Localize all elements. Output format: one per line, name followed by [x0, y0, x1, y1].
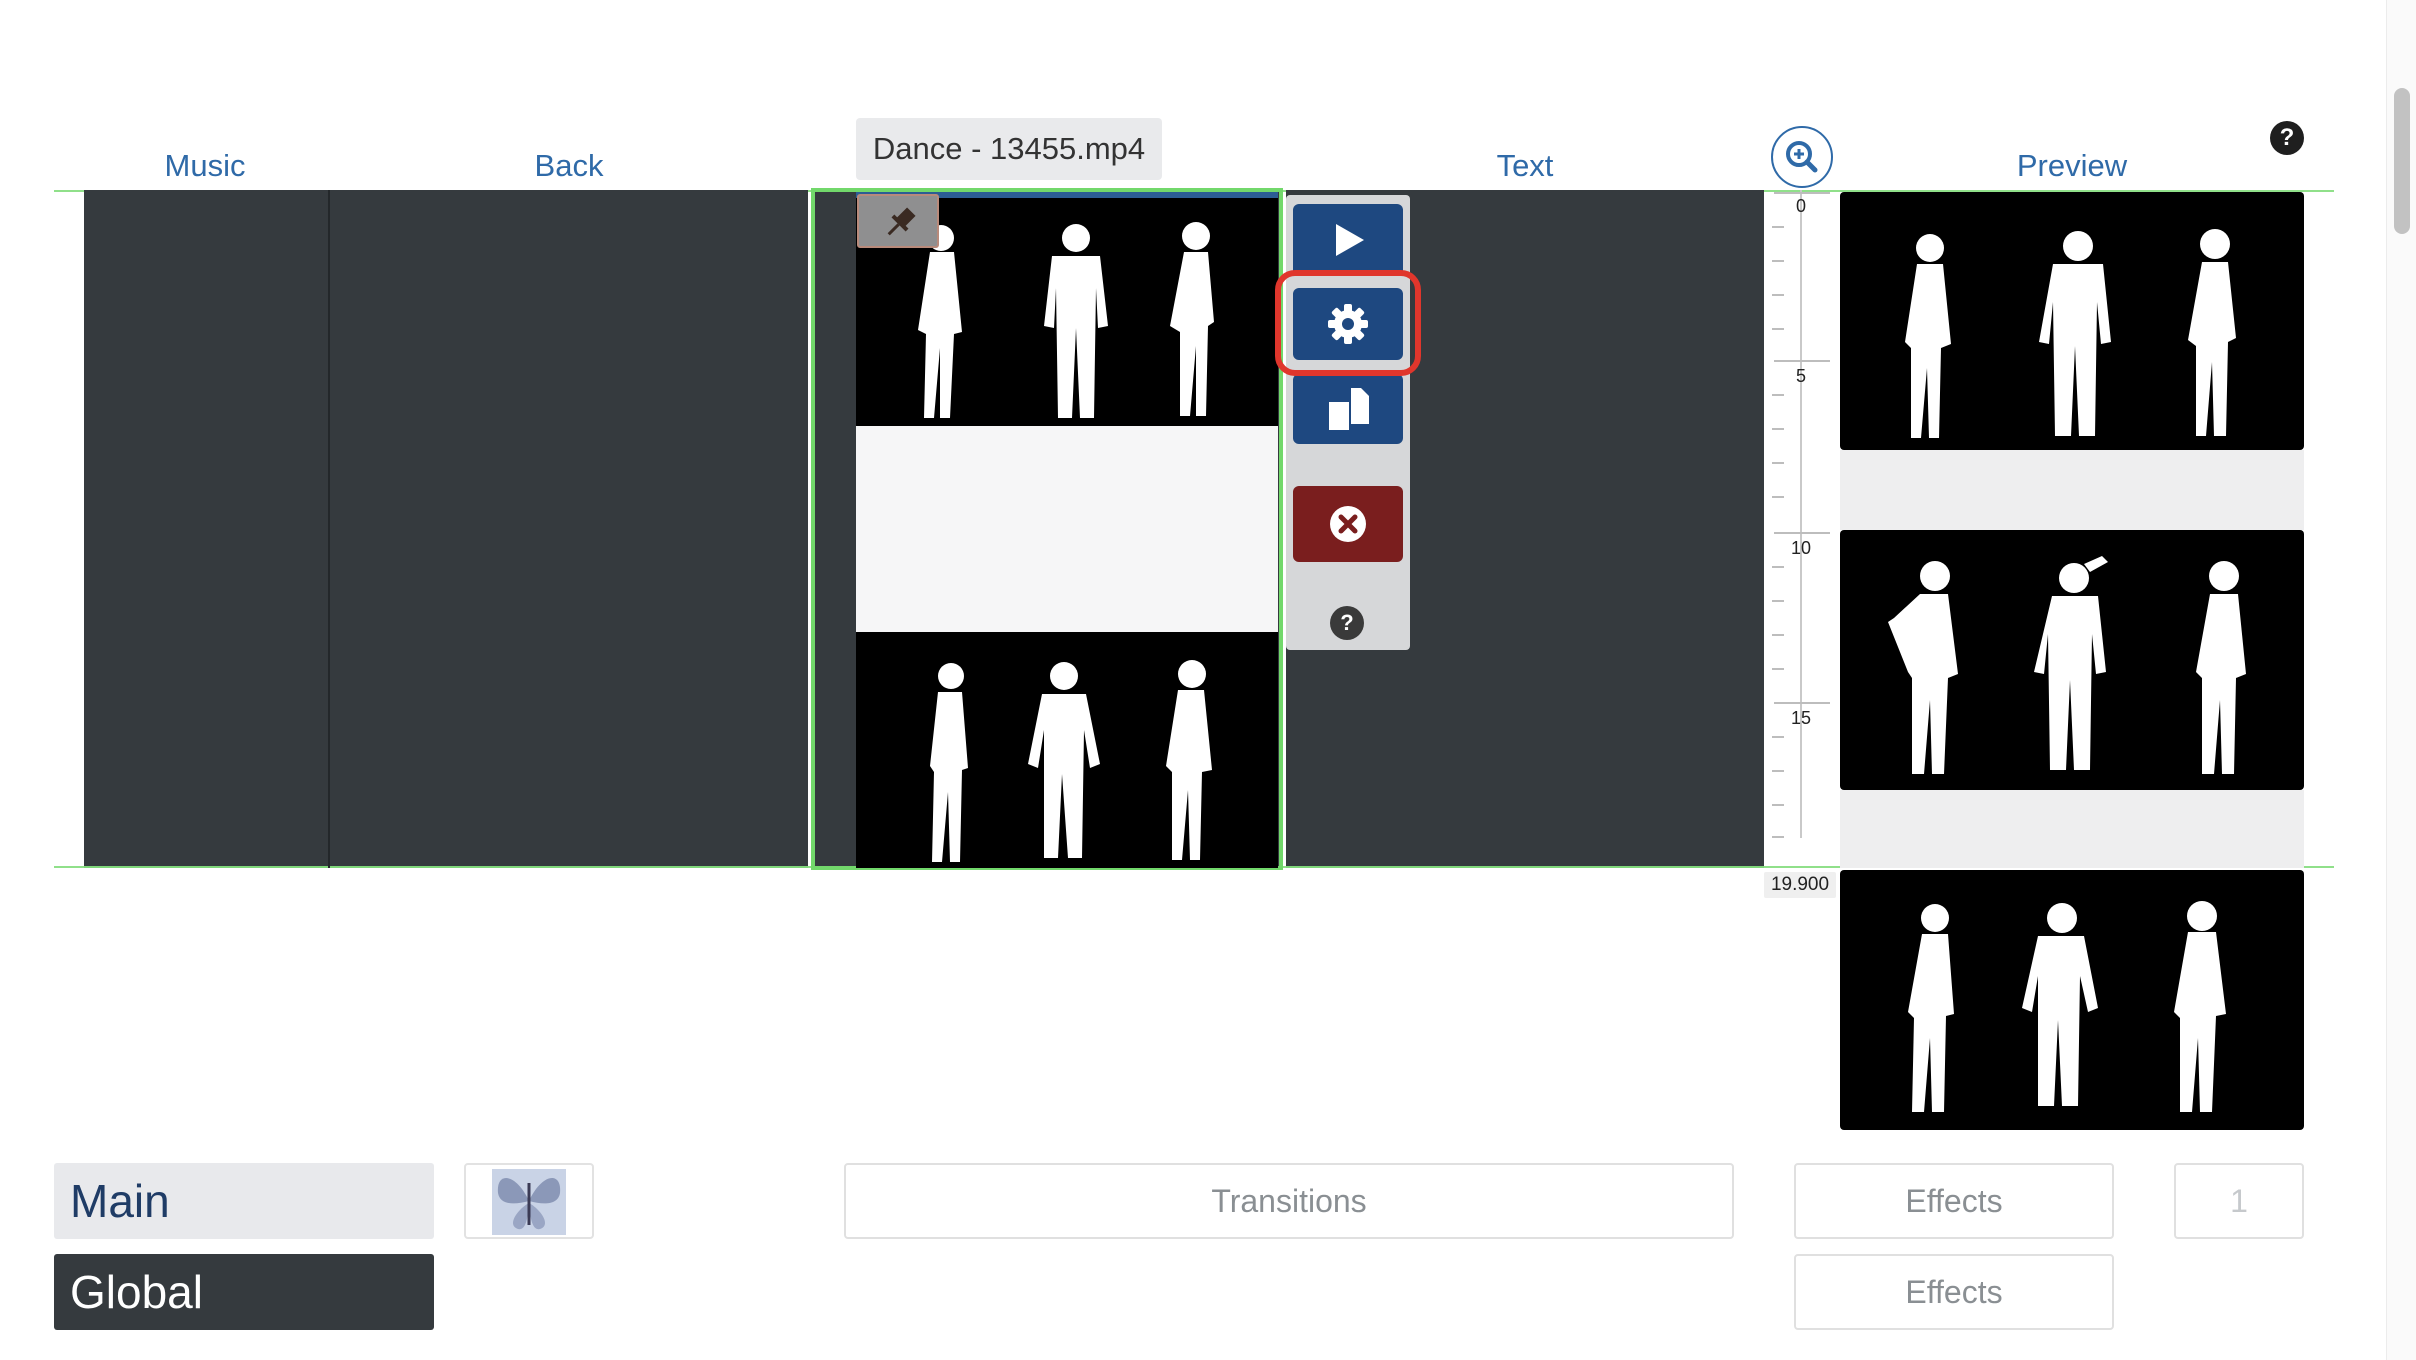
pin-button[interactable] — [857, 194, 939, 248]
play-button[interactable] — [1293, 204, 1403, 276]
effects-button-global[interactable]: Effects — [1794, 1254, 2114, 1330]
ruler-label: 5 — [1795, 366, 1806, 386]
ruler-minor-tick — [1772, 600, 1784, 602]
ruler-label: 0 — [1795, 196, 1806, 216]
close-icon — [1330, 506, 1366, 542]
ruler-minor-tick — [1772, 462, 1784, 464]
back-lane[interactable] — [330, 190, 808, 868]
ruler-minor-tick — [1772, 836, 1784, 838]
transitions-button[interactable]: Transitions — [844, 1163, 1734, 1239]
lane-label-back[interactable]: Back — [330, 146, 808, 186]
time-ruler — [1800, 190, 1802, 838]
preview-gap — [1840, 790, 2304, 868]
ruler-major-tick — [1774, 192, 1830, 194]
count-field[interactable]: 1 — [2174, 1163, 2304, 1239]
ruler-minor-tick — [1772, 566, 1784, 568]
ruler-minor-tick — [1772, 294, 1784, 296]
ruler-major-tick — [1774, 702, 1830, 704]
help-icon[interactable]: ? — [2270, 121, 2304, 155]
ruler-major-tick — [1774, 532, 1830, 534]
delete-button[interactable] — [1293, 486, 1403, 562]
toolbar-help-icon[interactable]: ? — [1330, 606, 1364, 640]
ruler-label: 15 — [1790, 708, 1812, 728]
scrollbar-thumb[interactable] — [2394, 88, 2410, 234]
settings-highlight — [1275, 270, 1421, 376]
tab-global[interactable]: Global — [54, 1254, 434, 1330]
thumbnail-button[interactable] — [464, 1163, 594, 1239]
music-lane[interactable] — [84, 190, 330, 868]
ruler-major-tick — [1774, 360, 1830, 362]
ruler-minor-tick — [1772, 260, 1784, 262]
lane-label-music[interactable]: Music — [84, 146, 326, 186]
zoom-in-icon — [1786, 141, 1818, 173]
duplicate-button[interactable] — [1293, 374, 1403, 444]
clip-body — [856, 426, 1278, 632]
copy-icon — [1329, 388, 1369, 430]
ruler-minor-tick — [1772, 736, 1784, 738]
preview-frame-1 — [1840, 192, 2304, 450]
ruler-minor-tick — [1772, 226, 1784, 228]
ruler-minor-tick — [1772, 668, 1784, 670]
ruler-minor-tick — [1772, 428, 1784, 430]
zoom-in-button[interactable] — [1771, 126, 1833, 188]
preview-frame-2 — [1840, 530, 2304, 790]
ruler-minor-tick — [1772, 770, 1784, 772]
effects-button-main[interactable]: Effects — [1794, 1163, 2114, 1239]
ruler-minor-tick — [1772, 328, 1784, 330]
preview-gap — [1840, 450, 2304, 530]
butterfly-icon — [492, 1169, 566, 1235]
clip-thumbnail-end — [856, 632, 1278, 868]
clip-file-name: Dance - 13455.mp4 — [856, 118, 1162, 180]
ruler-minor-tick — [1772, 496, 1784, 498]
ruler-end-time: 19.900 — [1764, 872, 1836, 898]
play-icon — [1336, 224, 1364, 256]
preview-frame-3 — [1840, 870, 2304, 1130]
lane-label-preview[interactable]: Preview — [1840, 146, 2304, 186]
ruler-label: 10 — [1790, 538, 1812, 558]
tab-main[interactable]: Main — [54, 1163, 434, 1239]
pin-icon — [887, 207, 916, 236]
ruler-minor-tick — [1772, 394, 1784, 396]
lane-label-text[interactable]: Text — [1286, 146, 1764, 186]
ruler-minor-tick — [1772, 634, 1784, 636]
ruler-minor-tick — [1772, 804, 1784, 806]
